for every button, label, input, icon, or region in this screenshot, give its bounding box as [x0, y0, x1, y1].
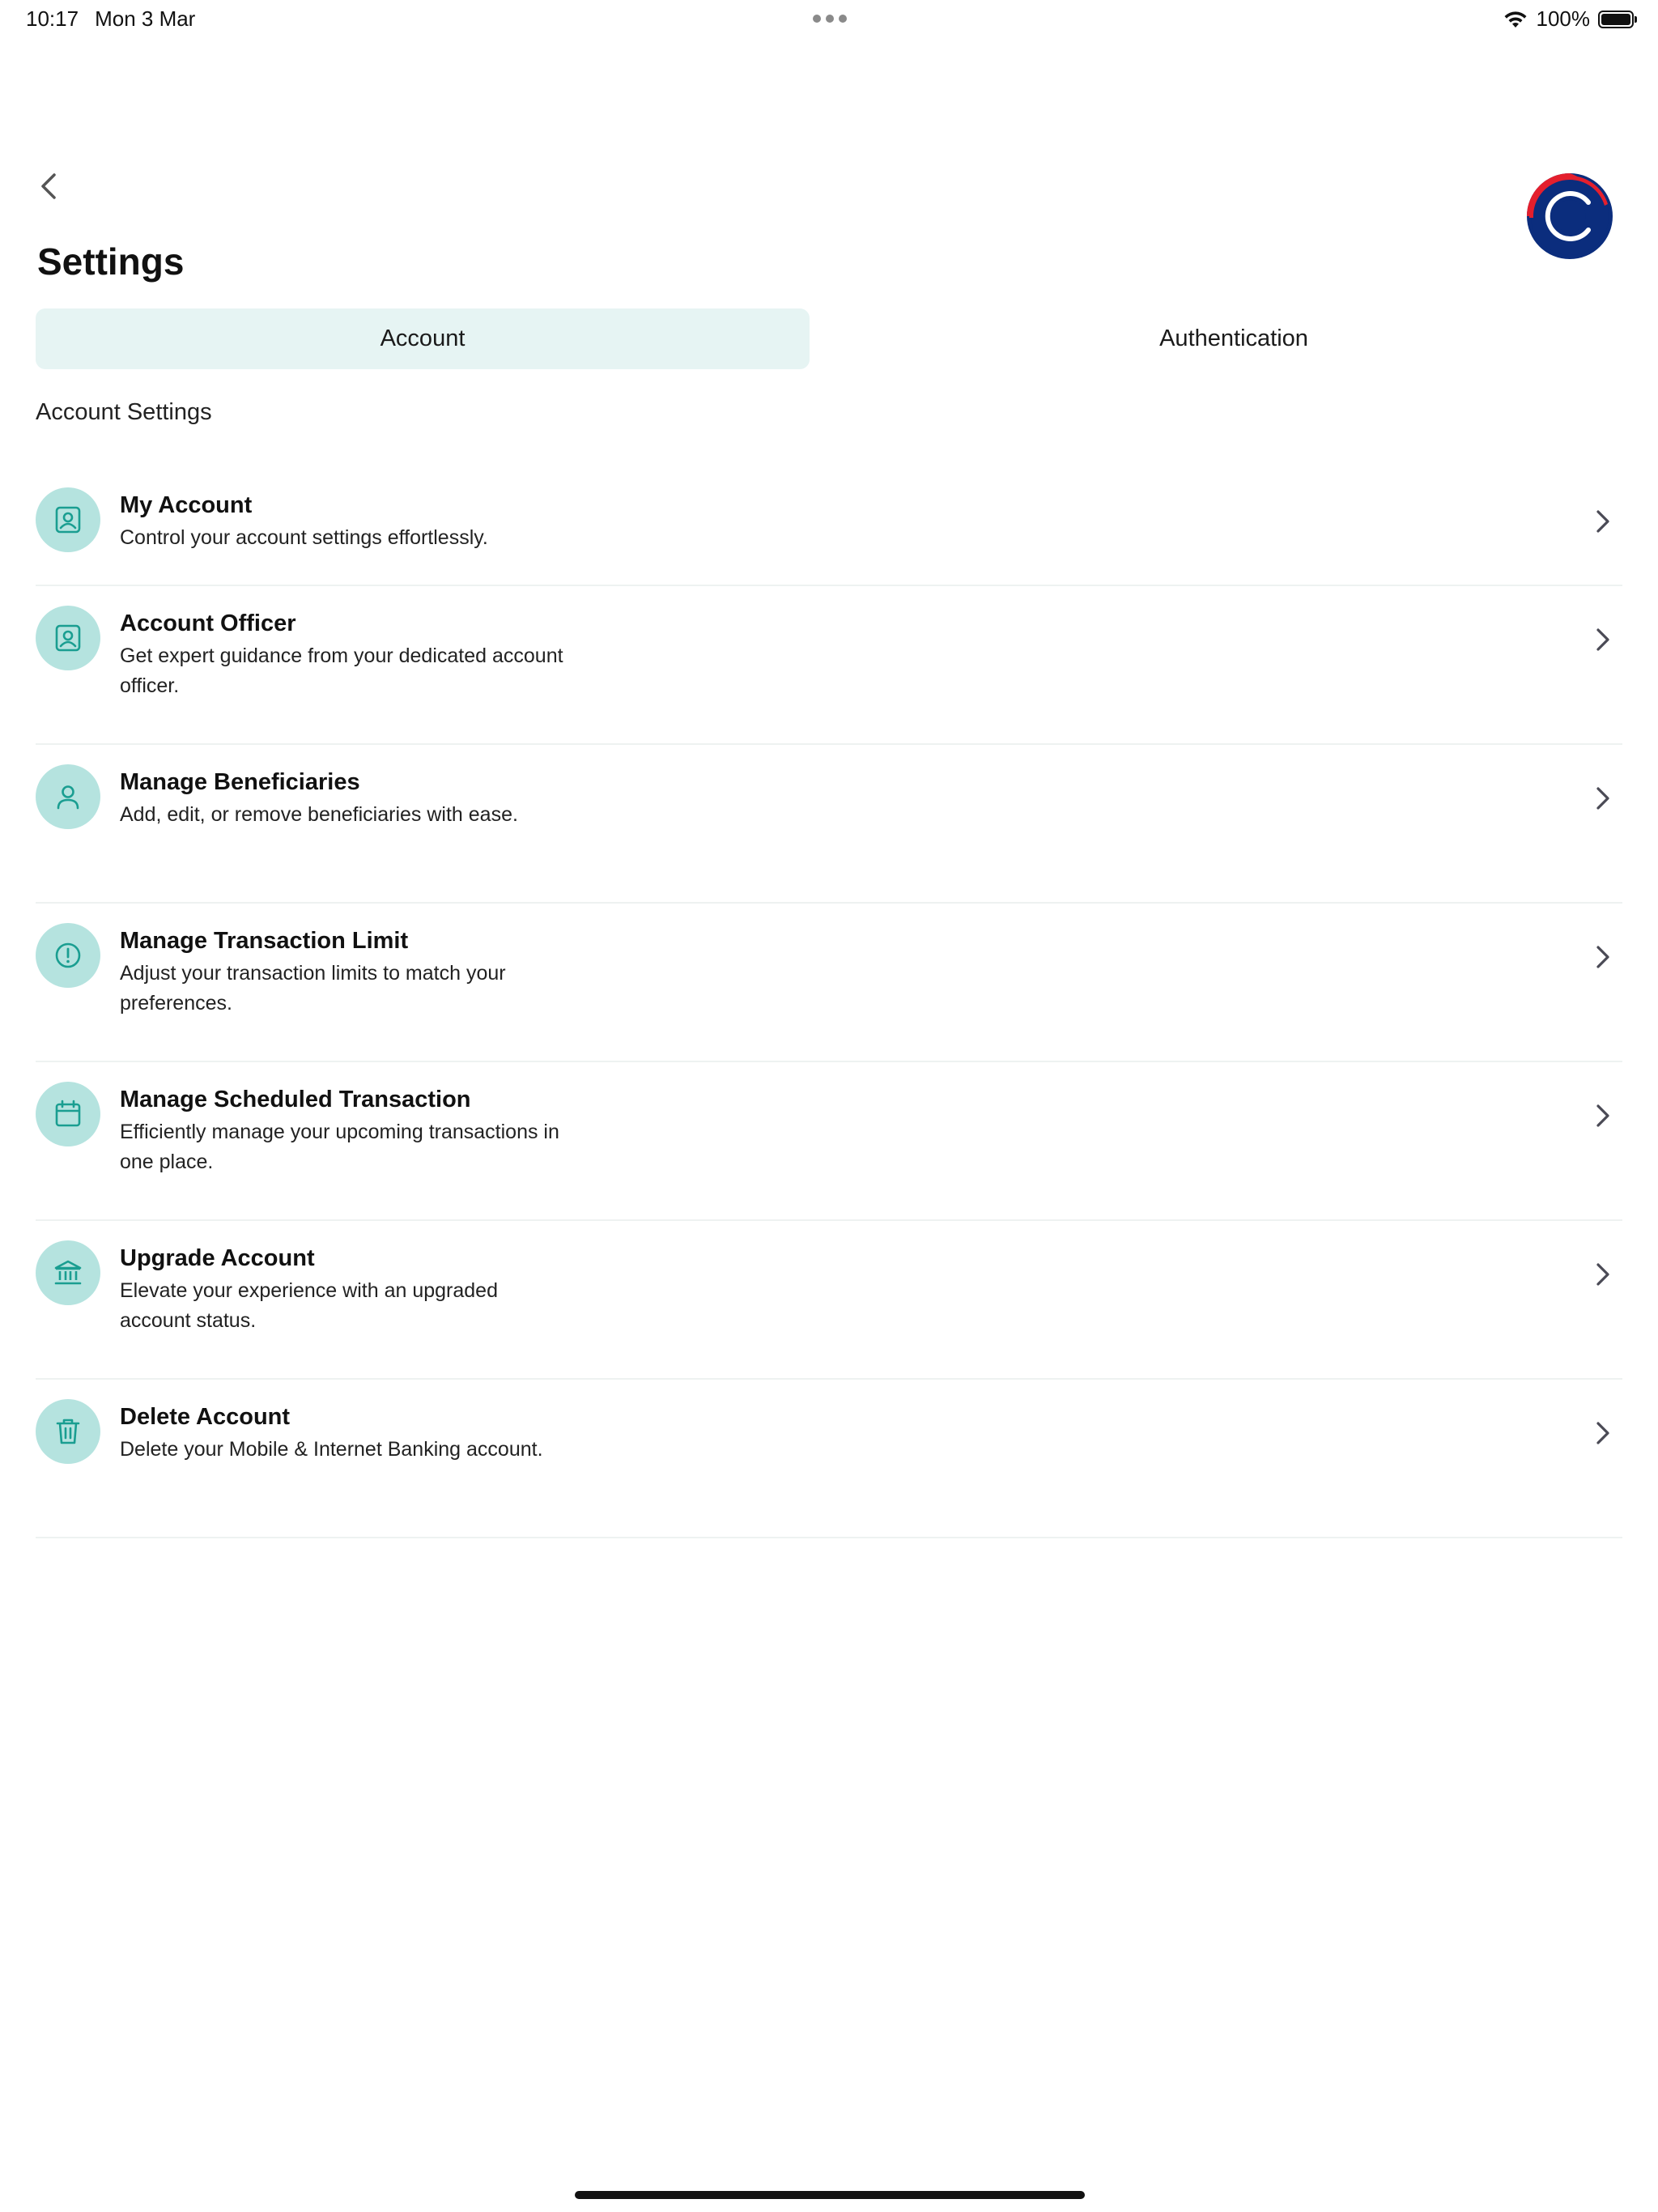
user-card-icon: [36, 606, 100, 670]
settings-list: My Account Control your account settings…: [36, 468, 1622, 1538]
item-text: My Account Control your account settings…: [120, 491, 573, 553]
chevron-right-icon: [1596, 946, 1609, 968]
item-title: Manage Transaction Limit: [120, 928, 409, 954]
chevron-right-icon: [1596, 1422, 1609, 1444]
page-title: Settings: [37, 240, 185, 283]
home-indicator[interactable]: [575, 2191, 1085, 2199]
user-icon: [36, 764, 100, 829]
back-button[interactable]: [32, 168, 65, 204]
tab-authentication[interactable]: Authentication: [847, 308, 1621, 369]
item-text: Account Officer Get expert guidance from…: [120, 609, 573, 701]
chevron-right-icon: [1596, 628, 1609, 651]
wifi-icon: [1504, 11, 1526, 28]
brand-logo: [1527, 173, 1613, 259]
item-text: Manage Transaction Limit Adjust your tra…: [120, 926, 573, 1019]
item-description: Elevate your experience with an upgraded…: [120, 1279, 498, 1332]
item-description: Control your account settings effortless…: [120, 526, 488, 549]
trash-icon: [36, 1399, 100, 1464]
item-text: Manage Beneficiaries Add, edit, or remov…: [120, 768, 573, 830]
settings-item-delete-account[interactable]: Delete Account Delete your Mobile & Inte…: [36, 1380, 1622, 1538]
settings-item-manage-beneficiaries[interactable]: Manage Beneficiaries Add, edit, or remov…: [36, 745, 1622, 904]
item-title: Manage Beneficiaries: [120, 769, 360, 795]
chevron-right-icon: [1596, 1104, 1609, 1127]
settings-item-manage-scheduled-transaction[interactable]: Manage Scheduled Transaction Efficiently…: [36, 1062, 1622, 1221]
bank-icon: [36, 1240, 100, 1305]
tab-bar: Account Authentication: [36, 308, 1622, 369]
status-bar: 10:17 Mon 3 Mar 100%: [0, 0, 1658, 39]
settings-item-my-account[interactable]: My Account Control your account settings…: [36, 468, 1622, 586]
item-description: Add, edit, or remove beneficiaries with …: [120, 803, 518, 826]
chevron-left-icon: [41, 173, 56, 199]
item-description: Adjust your transaction limits to match …: [120, 962, 506, 1015]
item-text: Manage Scheduled Transaction Efficiently…: [120, 1085, 573, 1177]
battery-percent: 100%: [1536, 6, 1591, 31]
chevron-right-icon: [1596, 1263, 1609, 1286]
calendar-icon: [36, 1082, 100, 1146]
item-title: Manage Scheduled Transaction: [120, 1087, 471, 1112]
settings-item-upgrade-account[interactable]: Upgrade Account Elevate your experience …: [36, 1221, 1622, 1380]
item-title: Delete Account: [120, 1404, 291, 1430]
tab-account[interactable]: Account: [36, 308, 810, 369]
status-time-date: 10:17 Mon 3 Mar: [26, 6, 195, 32]
user-card-icon: [36, 487, 100, 552]
status-time: 10:17: [26, 6, 79, 31]
item-title: Upgrade Account: [120, 1245, 315, 1271]
section-heading: Account Settings: [36, 399, 212, 425]
battery-icon: [1598, 10, 1637, 28]
chevron-right-icon: [1596, 787, 1609, 810]
alert-circle-icon: [36, 923, 100, 988]
item-title: My Account: [120, 492, 253, 518]
item-text: Upgrade Account Elevate your experience …: [120, 1244, 573, 1336]
settings-item-manage-transaction-limit[interactable]: Manage Transaction Limit Adjust your tra…: [36, 904, 1622, 1062]
item-description: Delete your Mobile & Internet Banking ac…: [120, 1438, 543, 1461]
item-description: Efficiently manage your upcoming transac…: [120, 1121, 559, 1173]
status-date: Mon 3 Mar: [95, 6, 196, 31]
item-text: Delete Account Delete your Mobile & Inte…: [120, 1402, 573, 1465]
chevron-right-icon: [1596, 510, 1609, 533]
status-indicators: 100%: [1503, 6, 1637, 32]
settings-item-account-officer[interactable]: Account Officer Get expert guidance from…: [36, 586, 1622, 745]
item-title: Account Officer: [120, 610, 296, 636]
multitasking-dots-icon[interactable]: [813, 15, 847, 23]
item-description: Get expert guidance from your dedicated …: [120, 644, 563, 697]
